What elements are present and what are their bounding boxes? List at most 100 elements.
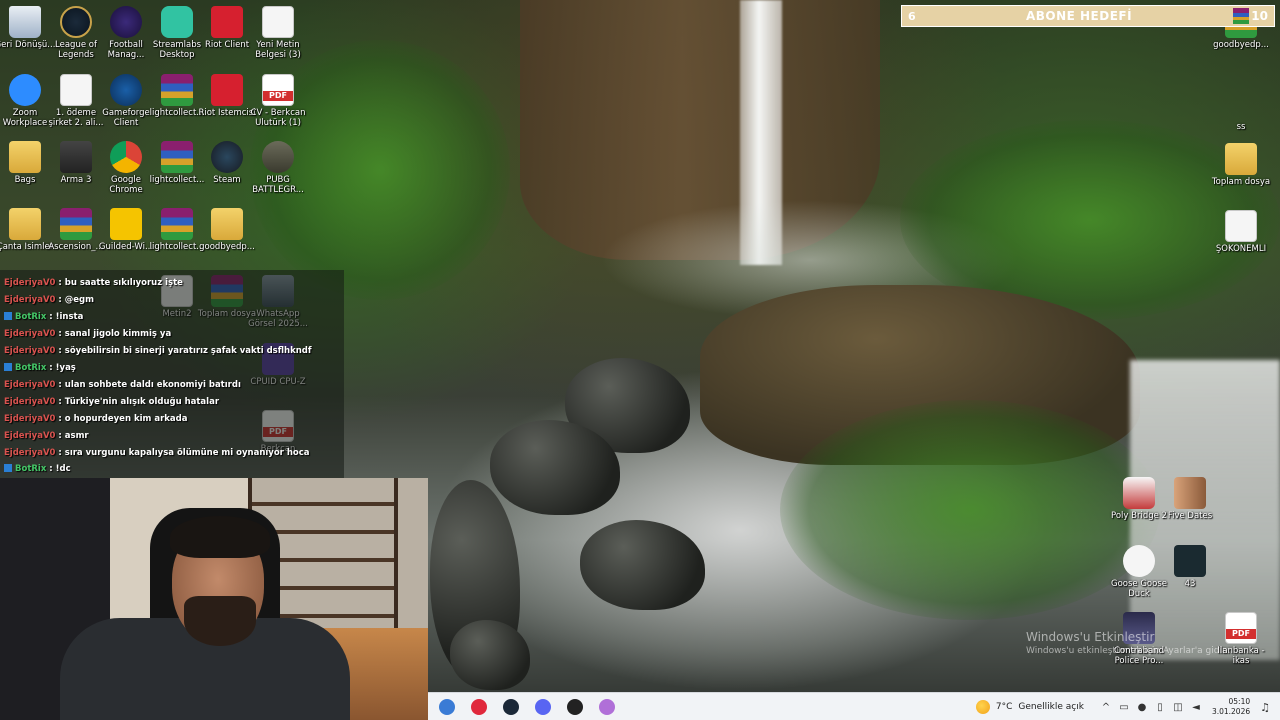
goodbyedp-1-icon	[211, 208, 243, 240]
canta-isimler-icon	[9, 208, 41, 240]
chat-username: EjderiyaV0	[4, 380, 56, 390]
chat-text: : o hopurdeyen kim arkada	[55, 414, 188, 424]
webcam-person-hair	[170, 516, 270, 558]
obs-icon	[567, 698, 583, 715]
opera-icon	[471, 698, 487, 715]
lightcollect-2-icon	[161, 141, 193, 173]
five-dates-icon	[1174, 477, 1206, 509]
chat-username: EjderiyaV0	[4, 295, 56, 305]
football-manager-icon	[110, 6, 142, 38]
recycle-bin-icon	[9, 6, 41, 38]
chevron-up-icon[interactable]: ^	[1098, 702, 1114, 713]
chat-text: : !insta	[46, 312, 84, 322]
sokonemli-icon	[1225, 210, 1257, 242]
steam-icon	[503, 698, 519, 715]
goal-title: ABONE HEDEFİ	[1025, 9, 1133, 23]
chat-text: : sıra vurgunu kapalıysa ölümüne mi oyna…	[55, 448, 310, 458]
watermark-subtitle: Windows'u etkinleştirmek için Ayarlar'a …	[1026, 646, 1231, 656]
guilded-icon	[110, 208, 142, 240]
desktop-icon-pubg[interactable]: PUBG BATTLEGR...	[246, 141, 310, 195]
discord-icon	[535, 698, 551, 715]
battery-icon[interactable]: ▭	[1116, 702, 1132, 713]
taskbar-app-folder[interactable]	[434, 695, 460, 719]
league-of-legends-icon	[60, 6, 92, 38]
desktop-icon-label: Toplam dosya	[1211, 177, 1271, 187]
weather-desc: Genellikle açık	[1018, 702, 1084, 712]
taskbar-app-opera[interactable]	[466, 695, 492, 719]
lightcollect-1-icon	[161, 74, 193, 106]
desktop-icon-label: 43	[1184, 579, 1196, 589]
desktop-icon-label: Yeni Metin Belgesi (3)	[255, 40, 301, 60]
weather-temp: 7°C	[995, 702, 1013, 712]
chat-username: EjderiyaV0	[4, 329, 56, 339]
chat-username: BotRix	[15, 363, 47, 373]
clock-date: 3.01.2026	[1211, 707, 1251, 716]
chat-message: EjderiyaV0 : sanal jigolo kimmiş ya	[4, 328, 171, 340]
desktop-icon-icon-43[interactable]: 43	[1158, 545, 1222, 589]
desktop-icon-toplam-dosya-right[interactable]: Toplam dosya	[1209, 143, 1273, 187]
gameforge-icon	[110, 74, 142, 106]
chat-text: : bu saatte sıkılıyoruz işte	[55, 278, 183, 288]
system-tray: 7°C Genellikle açık ^ ▭ ● ▯ ◫ ◄ 05:10 3.…	[975, 693, 1280, 720]
goal-target: 10	[1228, 8, 1274, 24]
odeme-sirket-icon	[60, 74, 92, 106]
desktop-icon-label: ŞOKONEMLİ	[1215, 244, 1267, 254]
streamlabs-icon	[599, 698, 615, 715]
streamlabs-icon	[161, 6, 193, 38]
desktop-icon-sokonemli[interactable]: ŞOKONEMLİ	[1209, 210, 1273, 254]
volume-icon[interactable]: ◄	[1188, 702, 1204, 713]
watermark-title: Windows'u Etkinleştir	[1026, 630, 1155, 644]
chat-username: BotRix	[15, 464, 47, 474]
notification-bell-icon[interactable]: ♫	[1260, 701, 1270, 714]
network-icon[interactable]: ◫	[1170, 702, 1186, 713]
desktop-icon-goodbyedp-1[interactable]: goodbyedp...	[195, 208, 259, 252]
desktop-icon-ss[interactable]: ss	[1209, 88, 1273, 132]
chat-username: EjderiyaV0	[4, 431, 56, 441]
taskbar-app-obs[interactable]	[562, 695, 588, 719]
clock[interactable]: 05:10 3.01.2026	[1212, 697, 1250, 717]
bot-badge-icon	[4, 312, 12, 320]
chat-username: EjderiyaV0	[4, 278, 56, 288]
chat-text: : @egm	[55, 295, 94, 305]
chat-username: EjderiyaV0	[4, 397, 56, 407]
microphone-icon[interactable]: ●	[1134, 702, 1150, 713]
chat-username: EjderiyaV0	[4, 346, 56, 356]
ascension-icon	[60, 208, 92, 240]
windows-activation-watermark: Windows'u Etkinleştir Windows'u etkinleş…	[1026, 630, 1231, 656]
chat-text: : sanal jigolo kimmiş ya	[55, 329, 172, 339]
desktop-icon-cv-berkcan[interactable]: PDF CV - Berkcan Ulutürk (1)	[246, 74, 310, 128]
desktop-icon-label: Five Dates	[1167, 511, 1213, 521]
arma-3-icon	[60, 141, 92, 173]
chat-text: : !dc	[46, 464, 71, 474]
yeni-metin-icon	[262, 6, 294, 38]
desktop-icon-five-dates[interactable]: Five Dates	[1158, 477, 1222, 521]
chat-text: : !yaş	[46, 363, 76, 373]
chat-message: BotRix : !yaş	[4, 362, 76, 374]
google-chrome-icon	[110, 141, 142, 173]
chat-message: EjderiyaV0 : sıra vurgunu kapalıysa ölüm…	[4, 447, 310, 459]
bags-icon	[9, 141, 41, 173]
taskbar-app-discord[interactable]	[530, 695, 556, 719]
subscriber-goal-bar: 6 ABONE HEDEFİ 10	[901, 5, 1275, 27]
chat-text: : söyebilirsin bi sinerji yaratırız şafa…	[55, 346, 312, 356]
taskbar-app-streamlabs[interactable]	[594, 695, 620, 719]
chat-message: EjderiyaV0 : o hopurdeyen kim arkada	[4, 413, 187, 425]
chat-message: EjderiyaV0 : bu saatte sıkılıyoruz işte	[4, 277, 183, 289]
steam-icon	[211, 141, 243, 173]
device-icon[interactable]: ▯	[1152, 702, 1168, 713]
winrar-icon	[1233, 8, 1250, 24]
riot-client-icon	[211, 6, 243, 38]
desktop-icon-label: PUBG BATTLEGR...	[252, 175, 304, 195]
chat-message: BotRix : !insta	[4, 311, 83, 323]
desktop-icon-label: CV - Berkcan Ulutürk (1)	[250, 108, 306, 128]
chat-username: EjderiyaV0	[4, 414, 56, 424]
sun-icon	[975, 700, 990, 714]
desktop-icon-label: ss	[1236, 122, 1246, 132]
chat-message: EjderiyaV0 : söyebilirsin bi sinerji yar…	[4, 345, 312, 357]
desktop-icon-yeni-metin[interactable]: Yeni Metin Belgesi (3)	[246, 6, 310, 60]
taskbar: 7°C Genellikle açık ^ ▭ ● ▯ ◫ ◄ 05:10 3.…	[428, 692, 1280, 720]
weather-widget[interactable]: 7°C Genellikle açık	[975, 700, 1084, 714]
taskbar-app-steam[interactable]	[498, 695, 524, 719]
riot-istemcisi-icon	[211, 74, 243, 106]
pubg-icon	[262, 141, 294, 173]
